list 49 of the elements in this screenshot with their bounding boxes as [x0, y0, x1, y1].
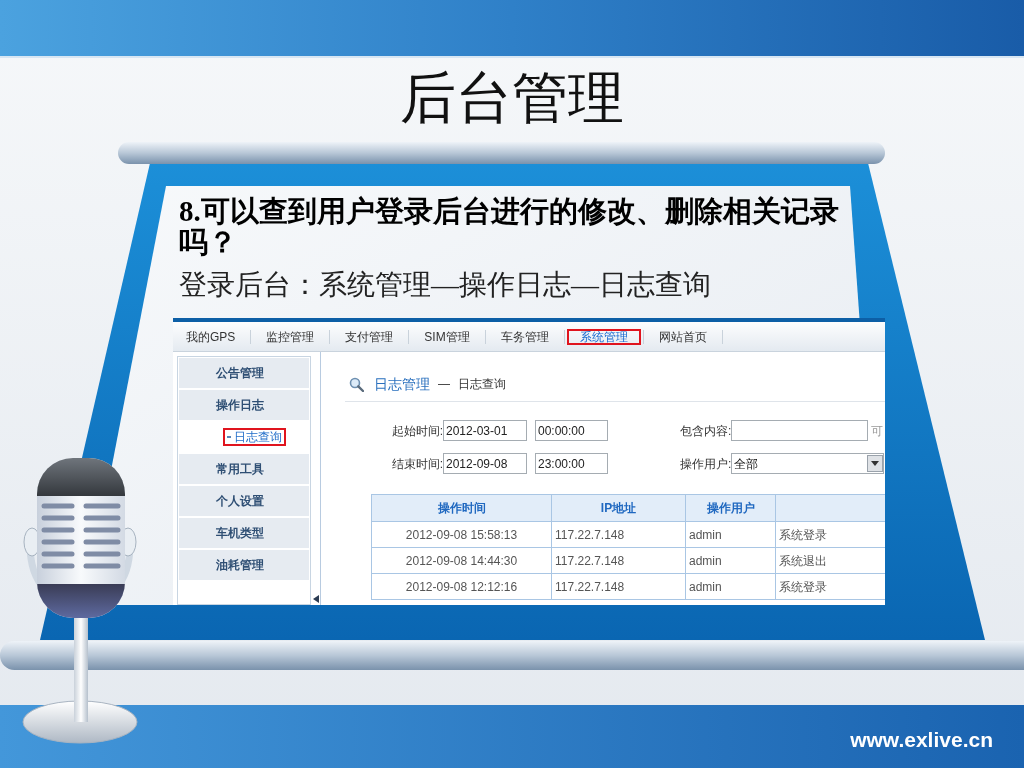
table-cell: admin: [686, 522, 775, 547]
field-label: 包含内容:: [680, 422, 732, 440]
search-icon: [349, 376, 364, 392]
nav-tab[interactable]: 网站首页: [645, 328, 720, 345]
breadcrumb-separator: —: [438, 376, 450, 392]
table-cell: 2012-09-08 12:12:16: [372, 574, 551, 599]
date-field[interactable]: 2012-03-01: [443, 420, 527, 441]
collapse-arrow-icon[interactable]: [312, 595, 319, 603]
path-text: 登录后台：系统管理—操作日志—日志查询: [179, 270, 711, 300]
sidebar-item[interactable]: 油耗管理: [179, 550, 309, 580]
nav-tab[interactable]: 监控管理: [253, 328, 328, 345]
nav-tab[interactable]: 支付管理: [332, 328, 407, 345]
submenu-item[interactable]: 日志查询: [223, 428, 286, 446]
date-field[interactable]: 2012-09-08: [443, 453, 527, 474]
table-cell: 系统退出: [776, 548, 885, 573]
slide-title: 后台管理: [399, 70, 625, 126]
time-field[interactable]: 23:00:00: [535, 453, 608, 474]
nav-tab[interactable]: 车务管理: [487, 328, 562, 345]
table-cell: 117.22.7.148: [552, 522, 685, 547]
header-cell: 操作时间: [372, 495, 551, 521]
table-cell: 117.22.7.148: [552, 548, 685, 573]
breadcrumb-current: 日志查询: [458, 376, 506, 392]
nav-tab[interactable]: 我的GPS: [173, 328, 249, 345]
sidebar-item[interactable]: 车机类型: [179, 518, 309, 548]
header-cell: 操作用户: [686, 495, 775, 521]
header-cell: IP地址: [552, 495, 685, 521]
sidebar-item[interactable]: 操作日志: [179, 390, 309, 420]
table-cell: admin: [686, 574, 775, 599]
hint-text: 可: [871, 422, 884, 440]
nav-tab[interactable]: SIM管理: [411, 328, 483, 345]
table-cell: admin: [686, 548, 775, 573]
website-url: www.exlive.cn: [850, 727, 993, 753]
sidebar-item[interactable]: 常用工具: [179, 454, 309, 484]
field-label: 起始时间:: [390, 422, 443, 440]
table-cell: 117.22.7.148: [552, 574, 685, 599]
input-field[interactable]: [731, 420, 869, 441]
sidebar-item[interactable]: 个人设置: [179, 486, 309, 516]
user-select[interactable]: 全部: [731, 453, 885, 474]
table-cell: 系统登录: [776, 522, 885, 547]
nav-tab[interactable]: 系统管理: [566, 328, 641, 345]
time-field[interactable]: 00:00:00: [535, 420, 608, 441]
field-label: 结束时间:: [390, 455, 443, 473]
table-cell: 系统登录: [776, 574, 885, 599]
question-text: 8.可以查到用户登录后台进行的修改、删除相关记录吗？: [179, 196, 840, 258]
table-cell: 2012-09-08 14:44:30: [372, 548, 551, 573]
table-cell: 2012-09-08 15:58:13: [372, 522, 551, 547]
field-label: 操作用户:: [680, 455, 732, 473]
breadcrumb-link[interactable]: 日志管理: [374, 376, 430, 392]
sidebar-item[interactable]: 公告管理: [179, 358, 309, 388]
